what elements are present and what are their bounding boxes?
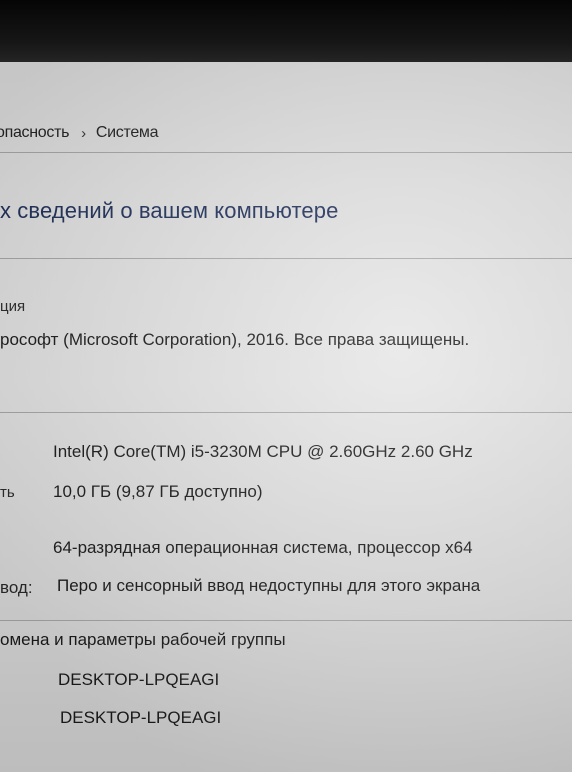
breadcrumb-divider	[0, 152, 572, 153]
title-divider	[0, 258, 572, 259]
processor-value: Intel(R) Core(TM) i5-3230M CPU @ 2.60GHz…	[53, 442, 473, 461]
breadcrumb-item-security[interactable]: опасность	[0, 124, 69, 142]
copyright-text: рософт (Microsoft Corporation), 2016. Вс…	[0, 330, 470, 349]
breadcrumb-item-system[interactable]: Система	[96, 124, 159, 142]
chevron-right-icon[interactable]: ›	[81, 125, 86, 142]
section-divider	[0, 412, 572, 413]
breadcrumb: опасность › Система	[0, 116, 572, 150]
page-title: х сведений о вашем компьютере	[0, 198, 339, 223]
section-divider	[0, 620, 572, 621]
pen-touch-value: Перо и сенсорный ввод недоступны для это…	[57, 576, 481, 595]
monitor-bezel	[0, 0, 572, 70]
system-window: опасность › Система х сведений о вашем к…	[0, 62, 572, 772]
ram-value: 10,0 ГБ (9,87 ГБ доступно)	[53, 482, 263, 501]
pen-touch-label: вод:	[0, 578, 33, 597]
computer-name-value: DESKTOP-LPQEAGI	[58, 670, 220, 689]
computer-name-heading: омена и параметры рабочей группы	[0, 630, 286, 649]
ram-label: ть	[0, 484, 15, 501]
windows-edition-heading: ция	[0, 298, 26, 315]
full-computer-name-value: DESKTOP-LPQEAGI	[60, 708, 222, 727]
system-type-value: 64-разрядная операционная система, проце…	[53, 538, 473, 557]
screen-glare	[0, 62, 572, 772]
